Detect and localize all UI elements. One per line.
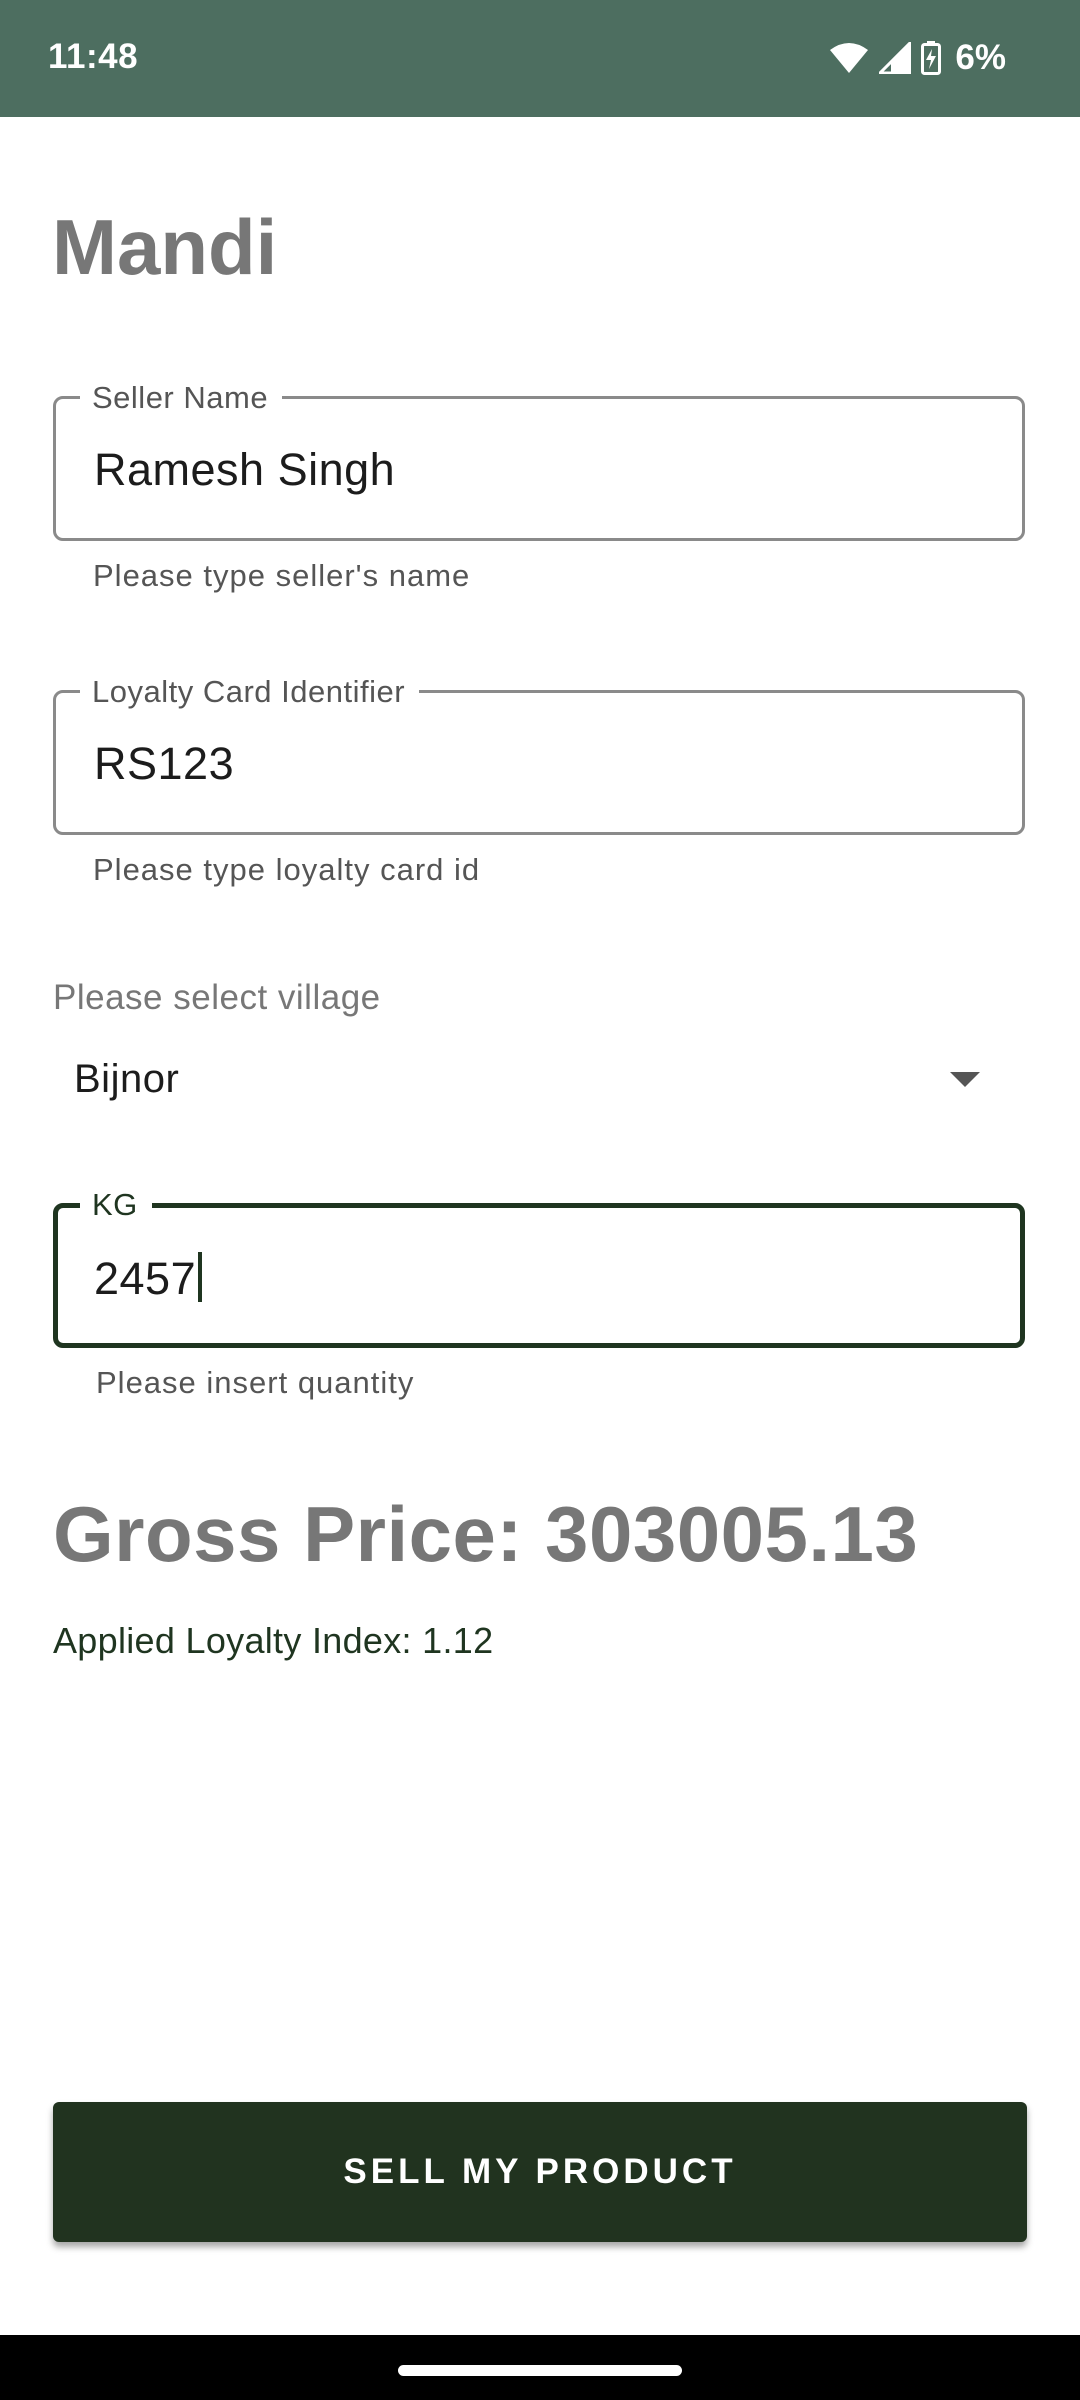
quantity-value[interactable]: 2457 [94,1252,203,1304]
quantity-value-text[interactable]: 2457 [94,1253,196,1304]
gross-price: Gross Price: 303005.13 [53,1490,919,1578]
loyalty-card-field[interactable]: Loyalty Card Identifier RS123 [53,675,1025,835]
wifi-icon [829,42,869,74]
status-icons: 6% [829,38,1006,78]
battery-percent: 6% [955,38,1006,77]
quantity-label: KG [80,1188,152,1222]
loyalty-card-label: Loyalty Card Identifier [80,675,420,709]
quantity-helper: Please insert quantity [96,1365,415,1400]
screen: 11:48 6% Mandi Seller Name Ramesh Singh … [0,0,1080,2400]
page-title: Mandi [52,203,278,291]
navigation-bar [0,2335,1080,2400]
village-caption: Please select village [53,978,381,1017]
quantity-field[interactable]: KG 2457 [53,1188,1025,1348]
village-selected[interactable]: Bijnor [74,1057,179,1102]
seller-name-field[interactable]: Seller Name Ramesh Singh [53,381,1025,541]
seller-name-helper: Please type seller's name [93,558,471,593]
loyalty-card-helper: Please type loyalty card id [93,852,481,887]
seller-name-value[interactable]: Ramesh Singh [94,445,395,495]
sell-product-button[interactable]: SELL MY PRODUCT [53,2102,1027,2242]
loyalty-index: Applied Loyalty Index: 1.12 [53,1620,494,1661]
status-time: 11:48 [48,37,139,76]
status-bar: 11:48 6% [0,0,1080,117]
village-dropdown[interactable]: Bijnor [53,1040,1025,1120]
battery-charging-icon [921,41,942,75]
loyalty-card-value[interactable]: RS123 [94,739,234,789]
text-cursor [198,1252,203,1302]
signal-icon [879,42,912,74]
seller-name-label: Seller Name [80,381,283,415]
dropdown-arrow-icon[interactable] [950,1072,980,1087]
home-gesture-handle[interactable] [398,2365,682,2376]
